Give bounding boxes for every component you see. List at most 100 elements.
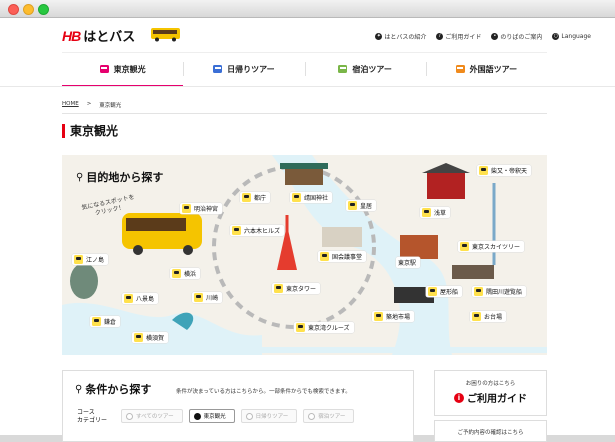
spot-label: 東京タワー: [286, 286, 317, 293]
spot-label: 靖国神社: [304, 195, 329, 202]
spot-tsukiji[interactable]: 築地市場: [372, 311, 415, 322]
spot-kamakura[interactable]: 鎌倉: [90, 316, 121, 327]
spot-shibamata[interactable]: 柴又・帝釈天: [477, 165, 532, 176]
bus-spot-icon: [274, 284, 283, 293]
spot-label: 柴又・帝釈天: [491, 168, 528, 175]
reservation-check-box[interactable]: ご予約内容の確認はこちら: [434, 420, 547, 442]
utility-links: ✦ はとバスの紹介 i ご利用ガイド • のりばのご案内 ○ Language: [375, 32, 591, 41]
map-title: ⚲ 目的地から探す: [76, 169, 163, 185]
minimize-window-button[interactable]: [23, 4, 34, 15]
usage-guide-box[interactable]: お困りの方はこちら i ご利用ガイド: [434, 370, 547, 416]
bus-spot-icon: [320, 252, 329, 261]
breadcrumb-separator: >: [86, 101, 92, 107]
spot-label: 浅草: [434, 210, 447, 217]
spot-label: 国会議事堂: [332, 254, 363, 261]
bus-spot-icon: [242, 193, 251, 202]
util-link-about[interactable]: ✦ はとバスの紹介: [375, 32, 426, 41]
close-window-button[interactable]: [8, 4, 19, 15]
site-header: HB はとバス ✦ はとバスの紹介 i ご利用ガイド • のりばのご案内 ○ Langu…: [0, 18, 615, 52]
option-label: 宿泊ツアー: [318, 414, 346, 420]
spot-label: 鎌倉: [104, 319, 117, 326]
breadcrumb-home-link[interactable]: HOME: [62, 101, 79, 109]
spot-label: 隅田川遊覧船: [486, 289, 523, 296]
nav-day-tours[interactable]: 日帰りツアー: [183, 53, 304, 85]
option-label: 日帰りツアー: [255, 414, 289, 420]
util-link-guide[interactable]: i ご利用ガイド: [436, 32, 481, 41]
bus-spot-icon: [134, 333, 143, 342]
bus-spot-icon: [182, 204, 191, 213]
spot-label: 築地市場: [386, 314, 411, 321]
spot-enoshima[interactable]: 江ノ島: [72, 254, 109, 265]
zoom-window-button[interactable]: [38, 4, 49, 15]
bus-spot-icon: [474, 287, 483, 296]
spot-tokyo-station[interactable]: 東京駅: [396, 257, 421, 268]
spot-label: 明治神宮: [194, 206, 219, 213]
spot-label: 八景島: [136, 296, 155, 303]
spot-tocho[interactable]: 都庁: [240, 192, 271, 203]
option-tokyo-sightseeing[interactable]: 東京観光: [188, 409, 235, 423]
nav-label: 東京観光: [113, 64, 146, 74]
spot-kawasaki[interactable]: 川崎: [192, 292, 223, 303]
util-link-language[interactable]: ○ Language: [552, 32, 591, 41]
destination-map: ⚲ 目的地から探す 気になるスポットを クリック！ 都庁 靖国神社 柴又・帝釈天…: [62, 155, 547, 355]
info-icon: i: [454, 392, 464, 403]
bus-spot-icon: [472, 312, 481, 321]
site-logo[interactable]: HB はとバス: [62, 26, 180, 45]
logo-text: はとバス: [83, 30, 136, 45]
bus-spot-icon: [348, 201, 357, 210]
spot-yakatabune[interactable]: 屋形船: [426, 286, 463, 297]
option-all-tours[interactable]: すべてのツアー: [121, 409, 183, 423]
magnifier-icon: ⚲: [76, 171, 84, 183]
nav-label: 宿泊ツアー: [352, 64, 392, 74]
spot-sumida-cruise[interactable]: 隅田川遊覧船: [472, 286, 527, 297]
spot-skytree[interactable]: 東京スカイツリー: [458, 241, 525, 252]
spot-label: 皇居: [360, 203, 373, 210]
map-title-text: 目的地から探す: [86, 171, 164, 184]
global-nav: 東京観光 日帰りツアー 宿泊ツアー 外国語ツアー: [62, 52, 547, 87]
spot-imperial-palace[interactable]: 皇居: [346, 200, 377, 211]
bus-icon: [213, 65, 223, 73]
spot-diet-building[interactable]: 国会議事堂: [318, 251, 367, 262]
course-category-options: すべてのツアー 東京観光 日帰りツアー 宿泊ツアー: [121, 409, 355, 423]
spot-tokyo-tower[interactable]: 東京タワー: [272, 283, 321, 294]
bus-spot-icon: [422, 208, 431, 217]
spot-roppongi-hills[interactable]: 六本木ヒルズ: [230, 225, 285, 236]
search-title-text: 条件から探す: [85, 383, 152, 396]
course-label-line-2: カテゴリー: [77, 417, 108, 424]
bus-spot-icon: [460, 242, 469, 251]
radio-icon: [308, 412, 316, 420]
spot-label: 都庁: [254, 195, 267, 202]
browser-window: HB はとバス ✦ はとバスの紹介 i ご利用ガイド • のりばのご案内 ○ Langu…: [0, 0, 615, 442]
bus-spot-icon: [232, 226, 241, 235]
spot-hakkeijima[interactable]: 八景島: [122, 293, 159, 304]
spot-meiji-jingu[interactable]: 明治神宮: [180, 203, 223, 214]
spot-odaiba[interactable]: お台場: [470, 311, 507, 322]
info-icon: i: [436, 33, 444, 40]
option-day-tours[interactable]: 日帰りツアー: [240, 409, 298, 423]
spot-label: お台場: [484, 314, 503, 321]
globe-icon: ○: [552, 33, 560, 40]
spot-asakusa[interactable]: 浅草: [420, 207, 451, 218]
spot-label: 横浜: [184, 271, 197, 278]
util-link-stops[interactable]: • のりばのご案内: [491, 32, 542, 41]
bus-logo-icon: [151, 28, 180, 42]
option-overnight-tours[interactable]: 宿泊ツアー: [303, 409, 355, 423]
nav-tokyo-sightseeing[interactable]: 東京観光: [62, 53, 184, 87]
help-title-text: ご利用ガイド: [467, 394, 527, 405]
nav-overnight-tours[interactable]: 宿泊ツアー: [304, 53, 426, 85]
logo-mark: HB: [62, 27, 81, 44]
nav-foreign-language-tours[interactable]: 外国語ツアー: [425, 53, 547, 85]
bus-spot-icon: [124, 294, 133, 303]
breadcrumb: HOME > 東京観光: [62, 101, 121, 109]
option-label: 東京観光: [203, 414, 226, 420]
spot-label: 東京スカイツリー: [472, 244, 521, 251]
course-label-line-1: コース: [77, 409, 95, 416]
page-title: 東京観光: [62, 124, 118, 138]
magnifier-icon: ⚲: [75, 383, 83, 395]
spot-tokyo-bay-cruise[interactable]: 東京湾クルーズ: [294, 322, 354, 333]
spot-yasukuni[interactable]: 靖国神社: [290, 192, 333, 203]
dove-icon: ✦: [375, 33, 383, 40]
bus-spot-icon: [479, 166, 488, 175]
spot-yokohama[interactable]: 横浜: [170, 268, 201, 279]
spot-yokosuka[interactable]: 横須賀: [132, 332, 169, 343]
